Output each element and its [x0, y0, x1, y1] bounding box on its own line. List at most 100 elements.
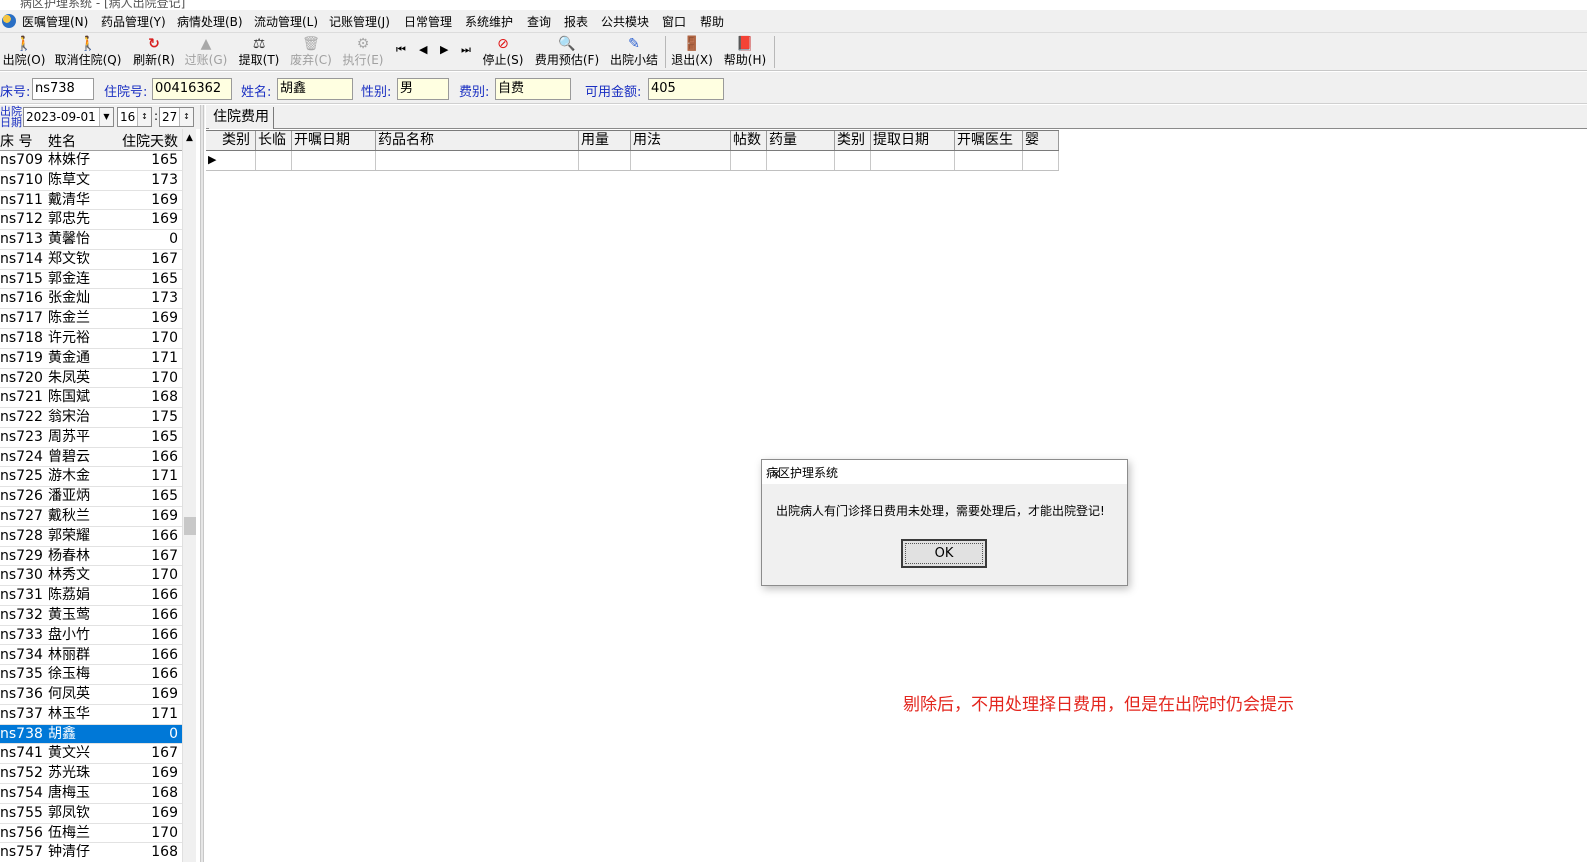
table-row[interactable]: ns719 黄金通 171 [0, 349, 182, 369]
menu-help[interactable]: 帮助 [700, 13, 724, 30]
menu-daily[interactable]: 日常管理 [404, 13, 452, 30]
scroll-up-icon[interactable]: ▲ [186, 133, 193, 143]
table-row[interactable]: ns712 郭忠先 169 [0, 210, 182, 231]
column-header[interactable]: 药品名称 [376, 131, 579, 150]
table-row[interactable]: ns737 林玉华 171 [0, 705, 182, 725]
table-row[interactable]: ns717 陈金兰 169 [0, 309, 182, 329]
help-button[interactable]: 📕 帮助(H) [722, 35, 768, 69]
table-cell[interactable] [731, 151, 767, 170]
table-row[interactable]: ns733 盘小竹 166 [0, 626, 182, 646]
column-header-name[interactable]: 姓名 [48, 131, 76, 151]
table-row[interactable]: ns716 张金灿 173 [0, 289, 182, 310]
discharge-minute-spinner[interactable]: 27 ↕ [159, 107, 194, 127]
table-row[interactable]: ns709 林姝仔 165 [0, 151, 182, 171]
discard-button[interactable]: 🗑 废弃(C) [289, 35, 333, 69]
patient-list-scrollbar[interactable]: ▲ [182, 129, 196, 862]
table-row[interactable]: ns756 伍梅兰 170 [0, 824, 182, 844]
panel-splitter[interactable] [200, 105, 204, 862]
discharge-hour-spinner[interactable]: 16 ↕ [117, 107, 152, 127]
sex-field[interactable]: 男 [397, 78, 449, 100]
table-row[interactable]: ns720 朱凤英 170 [0, 369, 182, 389]
name-field[interactable]: 胡鑫 [277, 78, 353, 100]
column-header[interactable]: 药量 [767, 131, 835, 150]
table-row[interactable]: ns736 何凤英 169 [0, 685, 182, 705]
cancel-discharge-button[interactable]: 🚶 取消住院(Q) [54, 35, 122, 69]
table-row[interactable]: ns722 翁宋治 175 [0, 408, 182, 428]
table-row[interactable]: ns735 徐玉梅 166 [0, 665, 182, 686]
spinner-arrows-icon[interactable]: ↕ [137, 108, 151, 126]
table-row[interactable]: ns723 周苏平 165 [0, 428, 182, 448]
table-row[interactable]: ns734 林丽群 166 [0, 646, 182, 666]
table-row[interactable]: ns732 黄玉莺 166 [0, 606, 182, 626]
prev-record-icon[interactable]: ◀ [419, 43, 427, 56]
table-row[interactable]: ns738 胡鑫 0 [0, 724, 182, 745]
column-header[interactable]: 帖数 [731, 131, 767, 150]
table-row[interactable]: ns752 苏光珠 169 [0, 764, 182, 784]
table-row[interactable]: ns710 陈草文 173 [0, 171, 182, 191]
exit-button[interactable]: 🚪 退出(X) [670, 35, 714, 69]
menu-billing[interactable]: 记账管理(J) [329, 13, 390, 30]
fee-type-field[interactable]: 自费 [495, 78, 571, 100]
chevron-down-icon[interactable]: ▼ [99, 108, 113, 126]
table-cell[interactable] [376, 151, 579, 170]
stop-button[interactable]: ⊘ 停止(S) [481, 35, 525, 69]
table-cell[interactable] [835, 151, 871, 170]
scrollbar-thumb[interactable] [184, 517, 196, 535]
column-header[interactable]: 开嘱医生 [955, 131, 1023, 150]
menu-common[interactable]: 公共模块 [601, 13, 649, 30]
discharge-button[interactable]: 🚶 出院(O) [2, 35, 46, 69]
close-icon[interactable]: ✕ [766, 464, 786, 484]
column-header-bed[interactable]: 床 号 [0, 131, 32, 151]
next-record-icon[interactable]: ▶ [440, 43, 448, 56]
table-row[interactable]: ns757 钟清仔 168 [0, 843, 182, 862]
table-cell[interactable] [1023, 151, 1059, 170]
menu-flow[interactable]: 流动管理(L) [254, 13, 318, 30]
table-row[interactable]: ▶ [206, 151, 1059, 171]
table-row[interactable]: ns730 林秀文 170 [0, 566, 182, 587]
table-row[interactable]: ns711 戴清华 169 [0, 191, 182, 211]
table-cell[interactable] [220, 151, 256, 170]
table-row[interactable]: ns713 黄馨怡 0 [0, 230, 182, 250]
table-row[interactable]: ns724 曾碧云 166 [0, 448, 182, 468]
column-header[interactable]: 开嘱日期 [292, 131, 376, 150]
bed-field[interactable]: ns738 [32, 78, 94, 100]
table-cell[interactable] [767, 151, 835, 170]
menu-report[interactable]: 报表 [564, 13, 588, 30]
column-header-days[interactable]: 住院天数 [122, 131, 178, 151]
tab-inpatient-fees[interactable]: 住院费用 [209, 107, 274, 129]
table-row[interactable]: ns741 黄文兴 167 [0, 744, 182, 765]
admission-no-field[interactable]: 00416362 [152, 78, 232, 100]
column-header[interactable]: 婴 [1023, 131, 1059, 150]
table-row[interactable]: ns715 郭金连 165 [0, 270, 182, 290]
table-row[interactable]: ns718 许元裕 170 [0, 329, 182, 349]
menu-condition[interactable]: 病情处理(B) [177, 13, 243, 30]
table-row[interactable]: ns721 陈国斌 168 [0, 388, 182, 409]
execute-button[interactable]: ⚙ 执行(E) [341, 35, 385, 69]
discharge-date-picker[interactable]: 2023-09-01 ▼ [23, 107, 114, 127]
post-button[interactable]: ▲ 过账(G) [184, 35, 228, 69]
column-header[interactable]: 用量 [579, 131, 631, 150]
table-cell[interactable] [292, 151, 376, 170]
extract-button[interactable]: ⚖ 提取(T) [237, 35, 281, 69]
table-cell[interactable] [871, 151, 955, 170]
menu-system[interactable]: 系统维护 [465, 13, 513, 30]
column-header[interactable]: 提取日期 [871, 131, 955, 150]
table-row[interactable]: ns726 潘亚炳 165 [0, 487, 182, 508]
menu-window[interactable]: 窗口 [662, 13, 686, 30]
table-cell[interactable] [579, 151, 631, 170]
menu-query[interactable]: 查询 [527, 13, 551, 30]
balance-field[interactable]: 405 [648, 78, 724, 100]
last-record-icon[interactable]: ⏭ [461, 43, 471, 57]
table-row[interactable]: ns754 唐梅玉 168 [0, 784, 182, 804]
app-icon[interactable] [2, 14, 16, 28]
table-cell[interactable] [256, 151, 292, 170]
first-record-icon[interactable]: ⏮ [396, 43, 406, 57]
discharge-summary-button[interactable]: ✎ 出院小结 [609, 35, 659, 69]
table-row[interactable]: ns714 郑文钦 167 [0, 250, 182, 270]
table-cell[interactable] [631, 151, 731, 170]
fee-estimate-button[interactable]: 🔍 费用预估(F) [533, 35, 601, 69]
column-header[interactable]: 用法 [631, 131, 731, 150]
table-cell[interactable] [955, 151, 1023, 170]
table-row[interactable]: ns731 陈荔娟 166 [0, 586, 182, 606]
table-row[interactable]: ns728 郭荣耀 166 [0, 527, 182, 547]
